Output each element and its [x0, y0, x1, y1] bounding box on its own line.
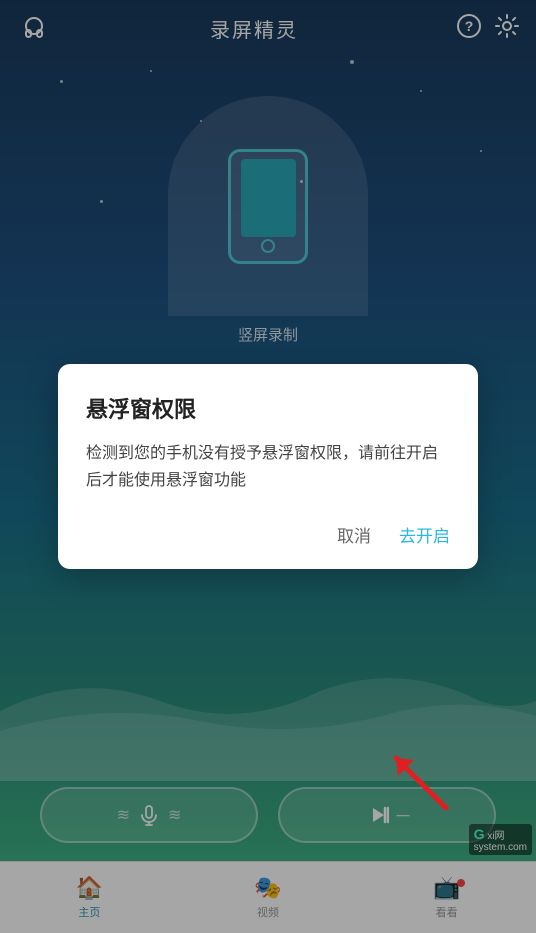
dialog-title: 悬浮窗权限 — [86, 392, 450, 424]
red-arrow-annotation — [376, 738, 456, 823]
permission-dialog: 悬浮窗权限 检测到您的手机没有授予悬浮窗权限，请前往开启后才能使用悬浮窗功能 取… — [58, 364, 478, 569]
dialog-overlay: 悬浮窗权限 检测到您的手机没有授予悬浮窗权限，请前往开启后才能使用悬浮窗功能 取… — [0, 0, 536, 933]
dialog-cancel-button[interactable]: 取消 — [337, 522, 371, 547]
dialog-body: 检测到您的手机没有授予悬浮窗权限，请前往开启后才能使用悬浮窗功能 — [86, 440, 450, 494]
dialog-confirm-button[interactable]: 去开启 — [399, 522, 450, 547]
dialog-actions: 取消 去开启 — [86, 522, 450, 547]
